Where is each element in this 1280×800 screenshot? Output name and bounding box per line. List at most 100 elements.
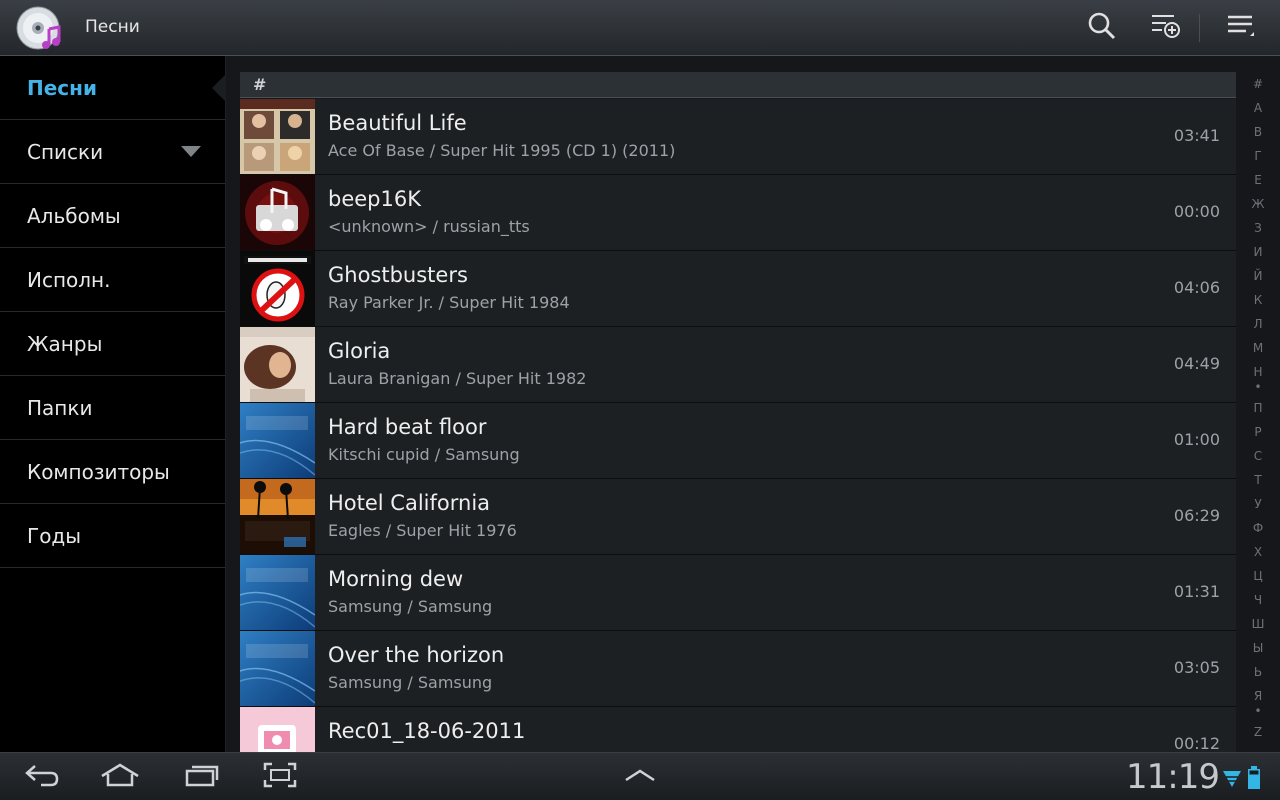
index-letter[interactable]: Х: [1236, 540, 1280, 564]
index-letter[interactable]: З: [1236, 216, 1280, 240]
index-dot: •: [1254, 380, 1262, 394]
album-art-default: [240, 175, 315, 250]
song-row[interactable]: Ghostbusters Ray Parker Jr. / Super Hit …: [240, 251, 1236, 327]
recent-apps-icon: [183, 762, 221, 792]
song-title: Hard beat floor: [328, 415, 487, 439]
index-letter[interactable]: П: [1236, 396, 1280, 420]
song-row[interactable]: Gloria Laura Branigan / Super Hit 1982 0…: [240, 327, 1236, 403]
index-letter[interactable]: К: [1236, 288, 1280, 312]
song-subtitle: Ace Of Base / Super Hit 1995 (CD 1) (201…: [328, 141, 676, 160]
song-row[interactable]: Hard beat floor Kitschi cupid / Samsung …: [240, 403, 1236, 479]
song-duration: 04:49: [1173, 354, 1220, 373]
index-letter[interactable]: Т: [1236, 468, 1280, 492]
index-letter[interactable]: С: [1236, 444, 1280, 468]
sidebar-item-artists[interactable]: Исполн.: [0, 248, 225, 312]
album-art-ghostbusters: [240, 251, 315, 326]
status-clock[interactable]: 11:19: [1126, 757, 1220, 797]
sidebar-item-years[interactable]: Годы: [0, 504, 225, 568]
recent-apps-button[interactable]: [180, 761, 224, 793]
sidebar-item-folders[interactable]: Папки: [0, 376, 225, 440]
index-letter[interactable]: Ч: [1236, 588, 1280, 612]
song-title: Over the horizon: [328, 643, 505, 667]
song-row[interactable]: Hotel California Eagles / Super Hit 1976…: [240, 479, 1236, 555]
index-letter[interactable]: М: [1236, 336, 1280, 360]
home-icon: [99, 762, 141, 792]
menu-icon: [1224, 11, 1256, 45]
index-dot: •: [1254, 704, 1262, 718]
song-duration: 03:05: [1173, 658, 1220, 677]
sidebar-item-albums[interactable]: Альбомы: [0, 184, 225, 248]
sidebar-item-label: Папки: [27, 395, 93, 420]
song-title: Morning dew: [328, 567, 464, 591]
sidebar-item-composers[interactable]: Композиторы: [0, 440, 225, 504]
music-app-icon[interactable]: [16, 5, 62, 51]
index-letter[interactable]: Ф: [1236, 516, 1280, 540]
song-list[interactable]: Beautiful Life Ace Of Base / Super Hit 1…: [240, 99, 1236, 752]
show-more-button[interactable]: [618, 761, 662, 793]
song-subtitle: <unknown> / russian_tts: [328, 217, 530, 236]
page-title: Песни: [85, 17, 140, 37]
song-duration: 04:06: [1173, 278, 1220, 297]
song-row[interactable]: Morning dew Samsung / Samsung 01:31: [240, 555, 1236, 631]
song-subtitle: Kitschi cupid / Samsung: [328, 445, 520, 464]
menu-button[interactable]: [1220, 8, 1260, 48]
index-letter[interactable]: А: [1236, 96, 1280, 120]
screenshot-button[interactable]: [258, 761, 302, 793]
index-letter[interactable]: У: [1236, 492, 1280, 516]
section-header: #: [240, 72, 1236, 98]
album-art-samsung: [240, 555, 315, 630]
song-subtitle: Samsung / Samsung: [328, 597, 493, 616]
song-title: Ghostbusters: [328, 263, 468, 287]
back-button[interactable]: [20, 761, 64, 793]
song-row[interactable]: Over the horizon Samsung / Samsung 03:05: [240, 631, 1236, 707]
system-bar: 11:19: [0, 752, 1280, 800]
sidebar-item-songs[interactable]: Песни: [0, 56, 226, 120]
dropdown-arrow-icon[interactable]: [181, 146, 201, 157]
song-duration: 01:31: [1173, 582, 1220, 601]
sidebar-item-label: Годы: [27, 523, 82, 548]
index-letter[interactable]: Ш: [1236, 612, 1280, 636]
song-subtitle: Eagles / Super Hit 1976: [328, 521, 517, 540]
song-title: Beautiful Life: [328, 111, 467, 135]
song-duration: 00:12: [1173, 734, 1220, 752]
index-letter[interactable]: В: [1236, 120, 1280, 144]
sidebar-item-label: Альбомы: [27, 203, 121, 228]
song-duration: 06:29: [1173, 506, 1220, 525]
index-letter[interactable]: Z: [1236, 720, 1280, 744]
up-arrow-icon: [622, 765, 658, 789]
screenshot-icon: [261, 761, 299, 793]
wifi-icon: [1222, 769, 1242, 793]
index-letter[interactable]: Л: [1236, 312, 1280, 336]
song-title: Rec01_18-06-2011: [328, 719, 526, 743]
song-duration: 00:00: [1173, 202, 1220, 221]
index-letter[interactable]: Й: [1236, 264, 1280, 288]
back-icon: [23, 762, 61, 792]
sidebar-item-genres[interactable]: Жанры: [0, 312, 225, 376]
album-art-samsung: [240, 403, 315, 478]
song-title: Hotel California: [328, 491, 491, 515]
index-letter[interactable]: Ж: [1236, 192, 1280, 216]
alphabet-index[interactable]: # А В Г Е Ж З И Й К Л М Н • П Р С Т У Ф …: [1236, 72, 1280, 742]
actionbar-divider: [1199, 14, 1200, 42]
add-to-playlist-button[interactable]: [1146, 8, 1186, 48]
home-button[interactable]: [98, 761, 142, 793]
index-letter[interactable]: Ь: [1236, 660, 1280, 684]
song-row[interactable]: Rec01_18-06-2011 00:12: [240, 707, 1236, 752]
index-letter[interactable]: И: [1236, 240, 1280, 264]
index-letter[interactable]: Г: [1236, 144, 1280, 168]
sidebar-item-playlists[interactable]: Списки: [0, 120, 225, 184]
index-letter[interactable]: Ц: [1236, 564, 1280, 588]
index-letter[interactable]: Р: [1236, 420, 1280, 444]
index-letter[interactable]: Е: [1236, 168, 1280, 192]
song-subtitle: Ray Parker Jr. / Super Hit 1984: [328, 293, 570, 312]
song-row[interactable]: Beautiful Life Ace Of Base / Super Hit 1…: [240, 99, 1236, 175]
song-duration: 03:41: [1173, 126, 1220, 145]
song-duration: 01:00: [1173, 430, 1220, 449]
index-letter[interactable]: Ы: [1236, 636, 1280, 660]
index-letter[interactable]: #: [1236, 72, 1280, 96]
sidebar: Песни Списки Альбомы Исполн. Жанры Папки…: [0, 56, 226, 752]
battery-icon: [1248, 766, 1260, 794]
song-row[interactable]: beep16K <unknown> / russian_tts 00:00: [240, 175, 1236, 251]
search-button[interactable]: [1082, 8, 1122, 48]
song-title: Gloria: [328, 339, 391, 363]
